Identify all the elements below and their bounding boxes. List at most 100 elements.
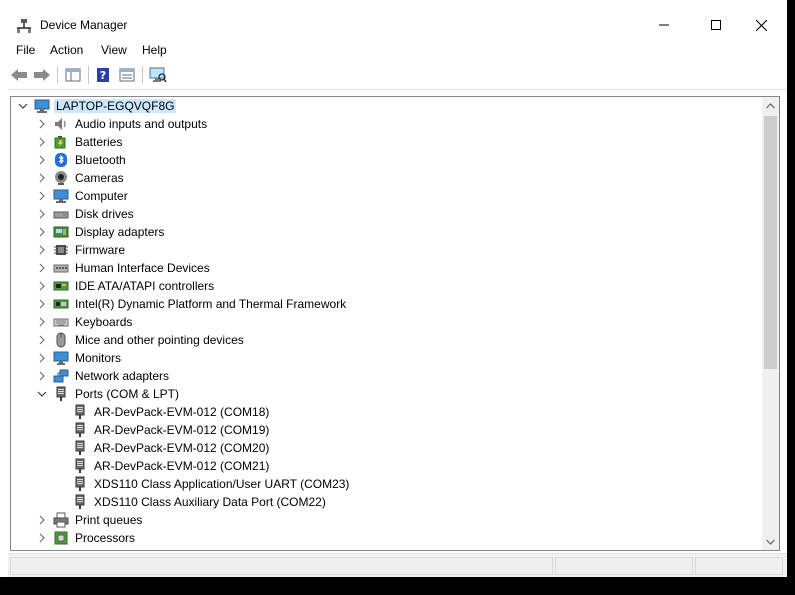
scan-hardware-changes-button[interactable]	[148, 65, 168, 85]
tree-category-row[interactable]: Monitors	[11, 349, 761, 367]
minimize-button[interactable]	[641, 10, 687, 40]
tree-device-row[interactable]: AR-DevPack-EVM-012 (COM20)	[11, 439, 761, 457]
chevron-right-icon[interactable]	[36, 136, 48, 148]
tree-category-label[interactable]: Intel(R) Dynamic Platform and Thermal Fr…	[75, 297, 346, 311]
menu-action[interactable]: Action	[50, 43, 83, 57]
tree-category-row[interactable]: Disk drives	[11, 205, 761, 223]
tree-category-row[interactable]: Intel(R) Dynamic Platform and Thermal Fr…	[11, 295, 761, 313]
tree-category-label[interactable]: IDE ATA/ATAPI controllers	[75, 279, 214, 293]
tree-category-row[interactable]: Firmware	[11, 241, 761, 259]
chevron-right-icon[interactable]	[36, 262, 48, 274]
tree-category-row[interactable]: Computer	[11, 187, 761, 205]
scroll-down-button[interactable]	[762, 533, 779, 550]
window-shadow-right	[787, 0, 795, 595]
chevron-right-icon[interactable]	[36, 514, 48, 526]
help-button[interactable]: ?	[93, 65, 113, 85]
tree-device-label[interactable]: XDS110 Class Application/User UART (COM2…	[94, 477, 349, 491]
chevron-right-icon[interactable]	[36, 244, 48, 256]
tree-category-label[interactable]: Network adapters	[75, 369, 169, 383]
tree-category-row[interactable]: Network adapters	[11, 367, 761, 385]
tree-category-label[interactable]: Computer	[75, 189, 128, 203]
chevron-right-icon[interactable]	[36, 370, 48, 382]
tree-category-label[interactable]: Display adapters	[75, 225, 164, 239]
scrollbar-thumb[interactable]	[764, 116, 777, 369]
tree-device-label[interactable]: AR-DevPack-EVM-012 (COM20)	[94, 441, 269, 455]
chevron-down-icon[interactable]	[17, 100, 29, 112]
forward-arrow-icon	[34, 69, 50, 81]
tree-category-row[interactable]: Batteries	[11, 133, 761, 151]
tree-category-label[interactable]: Mice and other pointing devices	[75, 333, 244, 347]
chevron-right-icon[interactable]	[36, 172, 48, 184]
tree-category-row[interactable]: Processors	[11, 529, 761, 547]
chevron-right-icon[interactable]	[36, 190, 48, 202]
console-tree-icon	[65, 68, 81, 82]
display-adapter-icon	[53, 224, 69, 240]
tree-root-row[interactable]: LAPTOP-EGQVQF8G	[11, 97, 761, 115]
tree-category-row[interactable]: Keyboards	[11, 313, 761, 331]
tree-device-label[interactable]: AR-DevPack-EVM-012 (COM18)	[94, 405, 269, 419]
tree-device-label[interactable]: XDS110 Class Auxiliary Data Port (COM22)	[94, 495, 326, 509]
scroll-up-button[interactable]	[762, 97, 779, 114]
tree-device-row[interactable]: XDS110 Class Auxiliary Data Port (COM22)	[11, 493, 761, 511]
maximize-button[interactable]	[693, 10, 739, 40]
chevron-right-icon[interactable]	[36, 280, 48, 292]
tree-category-row[interactable]: Audio inputs and outputs	[11, 115, 761, 133]
close-button[interactable]	[738, 10, 784, 40]
tree-category-row[interactable]: Mice and other pointing devices	[11, 331, 761, 349]
chevron-right-icon[interactable]	[36, 298, 48, 310]
tree-category-label[interactable]: Human Interface Devices	[75, 261, 210, 275]
tree-device-row[interactable]: AR-DevPack-EVM-012 (COM19)	[11, 421, 761, 439]
tree-category-label[interactable]: Ports (COM & LPT)	[75, 387, 179, 401]
chevron-right-icon[interactable]	[36, 352, 48, 364]
tree-category-label[interactable]: Disk drives	[75, 207, 134, 221]
chevron-right-icon[interactable]	[36, 226, 48, 238]
menu-view[interactable]: View	[101, 43, 127, 57]
tree-device-row[interactable]: AR-DevPack-EVM-012 (COM18)	[11, 403, 761, 421]
device-tree-pane[interactable]: LAPTOP-EGQVQF8G Audio inputs and outputs…	[10, 96, 780, 551]
tree-category-row[interactable]: Cameras	[11, 169, 761, 187]
chevron-right-icon[interactable]	[36, 316, 48, 328]
chevron-right-icon[interactable]	[36, 154, 48, 166]
properties-button[interactable]	[117, 65, 137, 85]
tree-category-label[interactable]: Batteries	[75, 135, 122, 149]
menu-file[interactable]: File	[16, 43, 35, 57]
chevron-down-icon[interactable]	[36, 388, 48, 400]
tree-category-row[interactable]: Display adapters	[11, 223, 761, 241]
mouse-icon	[53, 332, 69, 348]
tree-category-label[interactable]: Monitors	[75, 351, 121, 365]
chevron-right-icon[interactable]	[36, 118, 48, 130]
tree-category-label[interactable]: Audio inputs and outputs	[75, 117, 207, 131]
device-manager-window: Device Manager File Action View Help ? L…	[0, 0, 795, 595]
tree-category-row[interactable]: Bluetooth	[11, 151, 761, 169]
tree-root-label[interactable]: LAPTOP-EGQVQF8G	[54, 99, 177, 113]
tree-category-row[interactable]: IDE ATA/ATAPI controllers	[11, 277, 761, 295]
tree-category-label[interactable]: Keyboards	[75, 315, 132, 329]
chevron-right-icon[interactable]	[36, 532, 48, 544]
tree-device-label[interactable]: AR-DevPack-EVM-012 (COM21)	[94, 459, 269, 473]
device-manager-app-icon	[16, 18, 32, 34]
tree-category-label[interactable]: Print queues	[75, 513, 142, 527]
menu-help[interactable]: Help	[142, 43, 167, 57]
chevron-right-icon[interactable]	[36, 334, 48, 346]
tree-category-row[interactable]: Print queues	[11, 511, 761, 529]
hid-icon	[53, 260, 69, 276]
tree-device-label[interactable]: AR-DevPack-EVM-012 (COM19)	[94, 423, 269, 437]
port-icon	[72, 422, 88, 438]
title-bar[interactable]: Device Manager	[8, 10, 787, 41]
chevron-right-icon[interactable]	[36, 208, 48, 220]
tree-category-row[interactable]: Ports (COM & LPT)	[11, 385, 761, 403]
tree-category-label[interactable]: Firmware	[75, 243, 125, 257]
back-button[interactable]	[9, 65, 29, 85]
vertical-scrollbar[interactable]	[762, 97, 779, 550]
tree-category-label[interactable]: Cameras	[75, 171, 124, 185]
show-hide-console-tree-button[interactable]	[63, 65, 83, 85]
tree-category-row[interactable]: Human Interface Devices	[11, 259, 761, 277]
tree-device-row[interactable]: AR-DevPack-EVM-012 (COM21)	[11, 457, 761, 475]
forward-button[interactable]	[32, 65, 52, 85]
tree-category-label[interactable]: Bluetooth	[75, 153, 126, 167]
tree-device-row[interactable]: XDS110 Class Application/User UART (COM2…	[11, 475, 761, 493]
speaker-icon	[53, 116, 69, 132]
processor-icon	[53, 530, 69, 546]
tree-category-label[interactable]: Processors	[75, 531, 135, 545]
firmware-icon	[53, 242, 69, 258]
